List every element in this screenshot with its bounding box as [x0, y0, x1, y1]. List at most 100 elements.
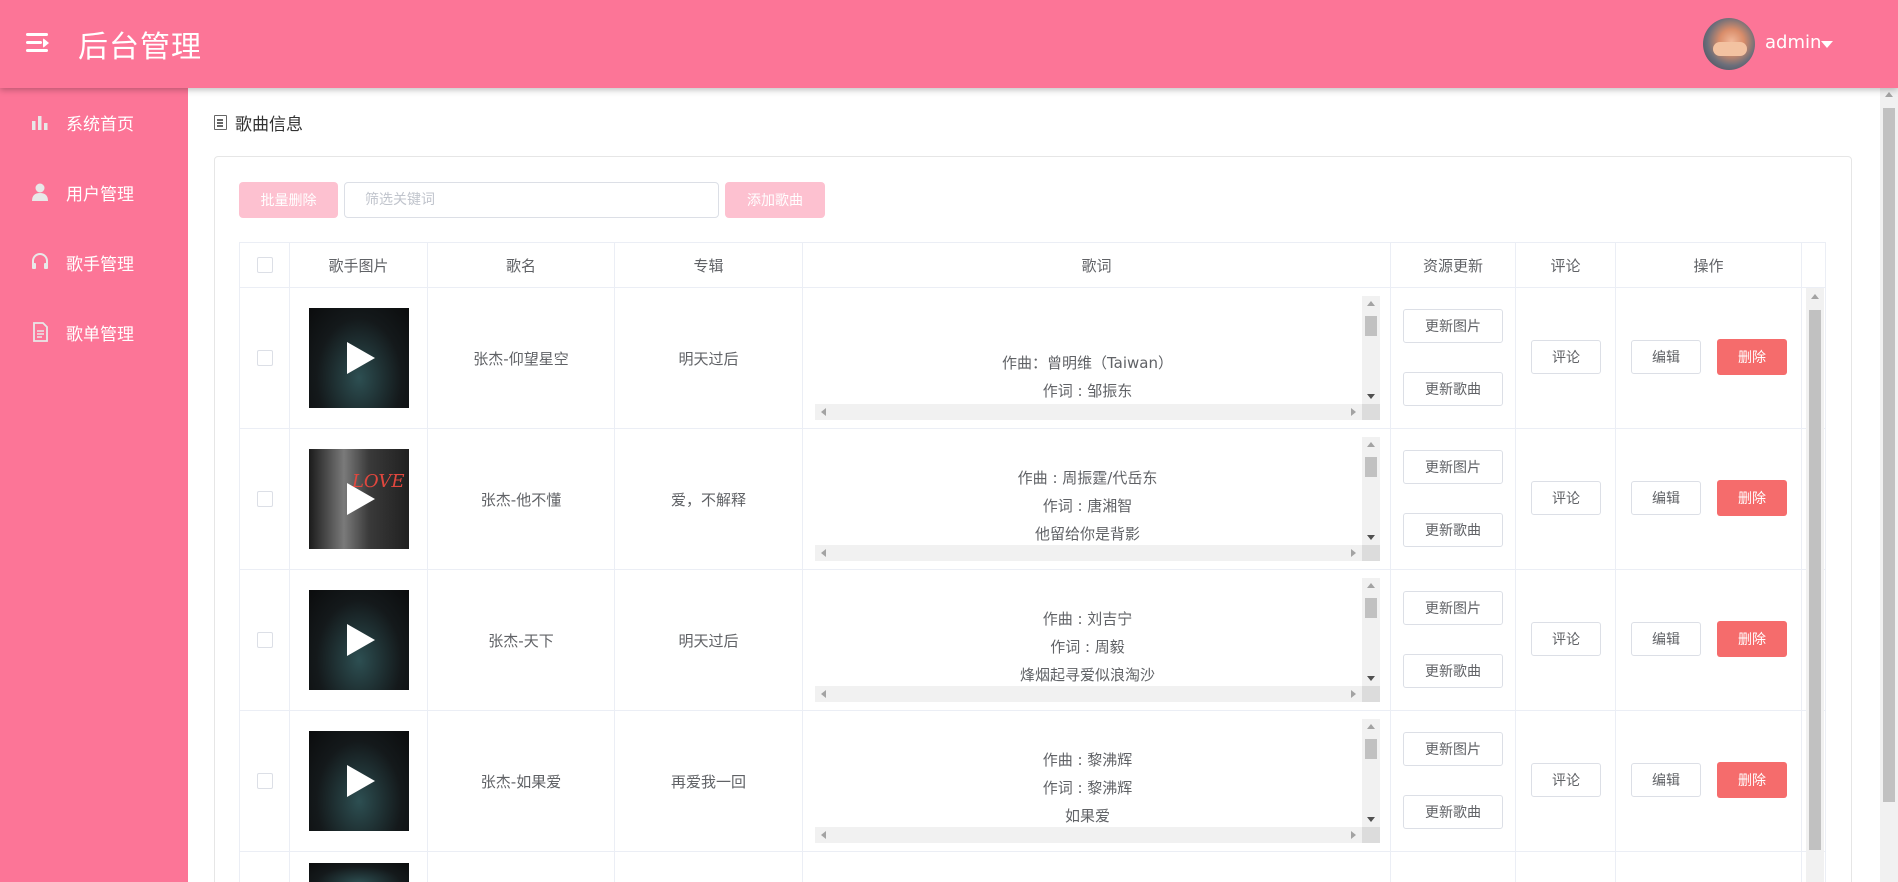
singer-image[interactable] — [308, 863, 409, 882]
row-checkbox[interactable] — [256, 350, 273, 366]
lyric-hscrollbar[interactable] — [815, 545, 1362, 561]
play-icon — [346, 342, 375, 374]
lyric-line: 作词 : 唐湘智 — [1042, 497, 1133, 515]
lyric-hscrollbar[interactable] — [815, 404, 1362, 420]
lyric-hscrollbar[interactable] — [815, 686, 1362, 702]
lyric-scroll-box[interactable]: 作曲 : 刘吉宁 作词 : 周毅 烽烟起寻爱似浪淘沙 — [815, 578, 1380, 702]
username[interactable]: admin — [1765, 32, 1821, 53]
delete-button[interactable]: 删除 — [1717, 762, 1787, 798]
singer-image[interactable] — [308, 731, 409, 831]
lyric-line: 作词 : 周毅 — [1050, 638, 1125, 656]
table-header: 歌手图片 歌名 专辑 歌词 资源更新 评论 操作 — [239, 242, 1826, 288]
singer-image[interactable] — [308, 308, 409, 408]
page-scrollbar[interactable] — [1880, 88, 1898, 882]
lyric-vscrollbar[interactable] — [1362, 296, 1380, 404]
table-row: 张杰-如果爱 再爱我一回 作曲 : 黎沸辉 作词 : 黎沸辉 如果爱 更新图片 … — [239, 711, 1826, 852]
lyric-cell: 作曲 : 刘吉宁 作词 : 周毅 烽烟起寻爱似浪淘沙 — [803, 570, 1391, 710]
header-name: 歌名 — [428, 243, 615, 287]
row-checkbox[interactable] — [256, 773, 273, 789]
singer-image[interactable] — [308, 590, 409, 690]
song-album: 爱，不解释 — [615, 429, 803, 569]
sidebar-item-playlists[interactable]: 歌单管理 — [0, 307, 188, 357]
sidebar-item-singers[interactable]: 歌手管理 — [0, 237, 188, 287]
update-song-button[interactable]: 更新歌曲 — [1403, 654, 1503, 688]
comment-button[interactable]: 评论 — [1531, 622, 1601, 656]
lyric-scroll-box[interactable]: 作曲 : 周振霆/代岳东 作词 : 唐湘智 他留给你是背影 — [815, 437, 1380, 561]
header-image: 歌手图片 — [290, 243, 428, 287]
comment-cell: 评论 — [1516, 570, 1616, 710]
lyric-vscrollbar[interactable] — [1362, 437, 1380, 545]
search-input[interactable] — [344, 182, 719, 218]
play-icon — [346, 624, 375, 656]
document-icon — [33, 322, 48, 342]
comment-cell: 评论 — [1516, 288, 1616, 428]
user-icon — [32, 183, 48, 201]
edit-button[interactable]: 编辑 — [1631, 622, 1701, 656]
lyric-line: 作曲 : 刘吉宁 — [1042, 610, 1133, 628]
lyric-cell: 作曲 : 周振霆/代岳东 作词 : 唐湘智 他留给你是背影 — [803, 429, 1391, 569]
update-song-button[interactable]: 更新歌曲 — [1403, 513, 1503, 547]
lyric-vscrollbar[interactable] — [1362, 578, 1380, 686]
comment-button[interactable]: 评论 — [1531, 340, 1601, 374]
table-row: 张杰-仰望星空 明天过后 作曲：曾明维（Taiwan） 作词 : 邹振东 更新图… — [239, 288, 1826, 429]
delete-button[interactable]: 删除 — [1717, 480, 1787, 516]
lyric-line: 如果爱 — [1064, 807, 1110, 825]
batch-delete-button[interactable]: 批量删除 — [239, 182, 338, 218]
row-checkbox[interactable] — [256, 491, 273, 507]
menu-toggle-icon[interactable] — [26, 30, 54, 56]
song-name: 张杰-仰望星空 — [428, 288, 615, 428]
row-checkbox[interactable] — [256, 632, 273, 648]
edit-button[interactable]: 编辑 — [1631, 763, 1701, 797]
sidebar-item-label: 用户管理 — [66, 184, 134, 205]
sidebar-item-users[interactable]: 用户管理 — [0, 167, 188, 217]
comment-button[interactable]: 评论 — [1531, 763, 1601, 797]
caret-down-icon[interactable] — [1821, 41, 1833, 48]
sidebar-item-label: 系统首页 — [66, 114, 134, 135]
update-image-button[interactable]: 更新图片 — [1403, 309, 1503, 343]
select-all-checkbox[interactable] — [256, 257, 273, 273]
action-cell: 编辑 删除 — [1616, 711, 1802, 851]
lyric-scroll-box[interactable]: 作曲：曾明维（Taiwan） 作词 : 邹振东 — [815, 296, 1380, 420]
table-scrollbar[interactable] — [1806, 288, 1824, 882]
resource-cell: 更新图片 更新歌曲 — [1391, 288, 1516, 428]
update-song-button[interactable]: 更新歌曲 — [1403, 795, 1503, 829]
resource-cell: 更新图片 更新歌曲 — [1391, 711, 1516, 851]
delete-button[interactable]: 删除 — [1717, 339, 1787, 375]
table-row: 张杰-天下 明天过后 作曲 : 刘吉宁 作词 : 周毅 烽烟起寻爱似浪淘沙 更新… — [239, 570, 1826, 711]
breadcrumb-label: 歌曲信息 — [235, 115, 303, 135]
header-resource: 资源更新 — [1391, 243, 1516, 287]
lyric-vscrollbar[interactable] — [1362, 719, 1380, 827]
update-song-button[interactable]: 更新歌曲 — [1403, 372, 1503, 406]
update-image-button[interactable]: 更新图片 — [1403, 591, 1503, 625]
lyric-hscrollbar[interactable] — [815, 827, 1362, 843]
delete-button[interactable]: 删除 — [1717, 621, 1787, 657]
lyric-cell: 作曲 : 黎沸辉 作词 : 黎沸辉 如果爱 — [803, 711, 1391, 851]
edit-button[interactable]: 编辑 — [1631, 340, 1701, 374]
add-song-button[interactable]: 添加歌曲 — [725, 182, 825, 218]
lyric-scroll-box[interactable]: 作曲 : 黎沸辉 作词 : 黎沸辉 如果爱 — [815, 719, 1380, 843]
sidebar-item-home[interactable]: 系统首页 — [0, 97, 188, 147]
update-image-button[interactable]: 更新图片 — [1403, 450, 1503, 484]
lyric-line: 作词 : 黎沸辉 — [1042, 779, 1133, 797]
header-album: 专辑 — [615, 243, 803, 287]
lyric-line: 作曲 : 周振霆/代岳东 — [1017, 469, 1158, 487]
sidebar: 系统首页 用户管理 歌手管理 歌单管理 — [0, 88, 188, 882]
lyric-line — [815, 321, 1360, 349]
headset-icon — [32, 253, 48, 269]
avatar[interactable] — [1703, 18, 1755, 70]
edit-button[interactable]: 编辑 — [1631, 481, 1701, 515]
lyric-line: 作词 : 邹振东 — [1042, 382, 1133, 400]
update-image-button[interactable]: 更新图片 — [1403, 732, 1503, 766]
top-header: 后台管理 admin — [0, 0, 1898, 88]
document-icon — [214, 115, 227, 130]
header-action: 操作 — [1616, 243, 1802, 287]
header-comment: 评论 — [1516, 243, 1616, 287]
action-cell: 编辑 删除 — [1616, 288, 1802, 428]
comment-button[interactable]: 评论 — [1531, 481, 1601, 515]
play-icon — [346, 483, 375, 515]
action-cell: 编辑 删除 — [1616, 570, 1802, 710]
lyric-line: 作曲：曾明维（Taiwan） — [1001, 354, 1173, 372]
lyric-line: 他留给你是背影 — [1034, 525, 1140, 543]
singer-image[interactable]: LOVE — [308, 449, 409, 549]
comment-cell: 评论 — [1516, 711, 1616, 851]
